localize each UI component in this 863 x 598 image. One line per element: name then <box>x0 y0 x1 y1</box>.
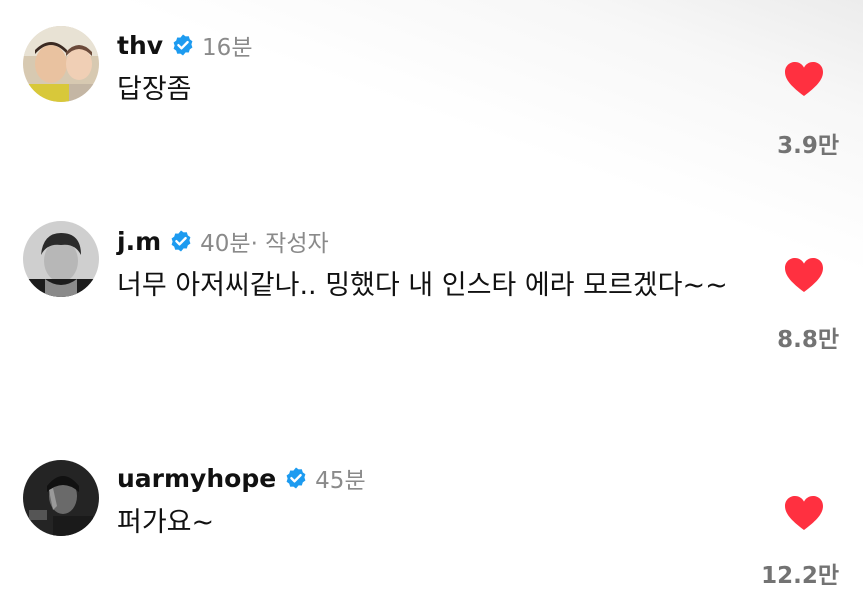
comment-text: 답장좀 <box>117 74 192 105</box>
heart-filled-icon <box>785 496 823 530</box>
username[interactable]: j.m <box>117 227 161 256</box>
avatar-photo-thv <box>23 26 99 102</box>
like-button[interactable] <box>780 58 828 100</box>
comment-header: j.m 40분 · 작성자 <box>117 224 329 258</box>
verified-badge-icon <box>284 466 308 490</box>
heart-filled-icon <box>785 62 823 96</box>
avatar[interactable] <box>23 26 99 102</box>
comment-time: 16분 <box>202 35 253 61</box>
heart-filled-icon <box>785 258 823 292</box>
comment-text: 너무 아저씨같나.. 밍했다 내 인스타 에라 모르겠다~~ <box>117 270 728 301</box>
comment-header: thv 16분 <box>117 28 252 62</box>
verified-badge-icon <box>171 33 195 57</box>
comment-time: 40분 <box>200 231 251 257</box>
avatar[interactable] <box>23 221 99 297</box>
like-count: 8.8만 <box>777 327 839 353</box>
like-button[interactable] <box>780 492 828 534</box>
comment-header: uarmyhope 45분 <box>117 461 366 495</box>
like-count: 12.2만 <box>761 563 839 589</box>
avatar[interactable] <box>23 460 99 536</box>
comment-time: 45분 <box>315 468 366 494</box>
avatar-photo-jm <box>23 221 99 297</box>
comment-text: 퍼가요~ <box>117 507 215 538</box>
username[interactable]: thv <box>117 31 163 60</box>
author-tag: · 작성자 <box>250 231 329 257</box>
username[interactable]: uarmyhope <box>117 464 276 493</box>
like-button[interactable] <box>780 254 828 296</box>
avatar-photo-uarmyhope <box>23 460 99 536</box>
comments-list: thv 16분 답장좀 3.9만 j.m 40분 · 작성자 너무 아저씨같나.… <box>0 0 863 598</box>
verified-badge-icon <box>169 229 193 253</box>
like-count: 3.9만 <box>777 133 839 159</box>
